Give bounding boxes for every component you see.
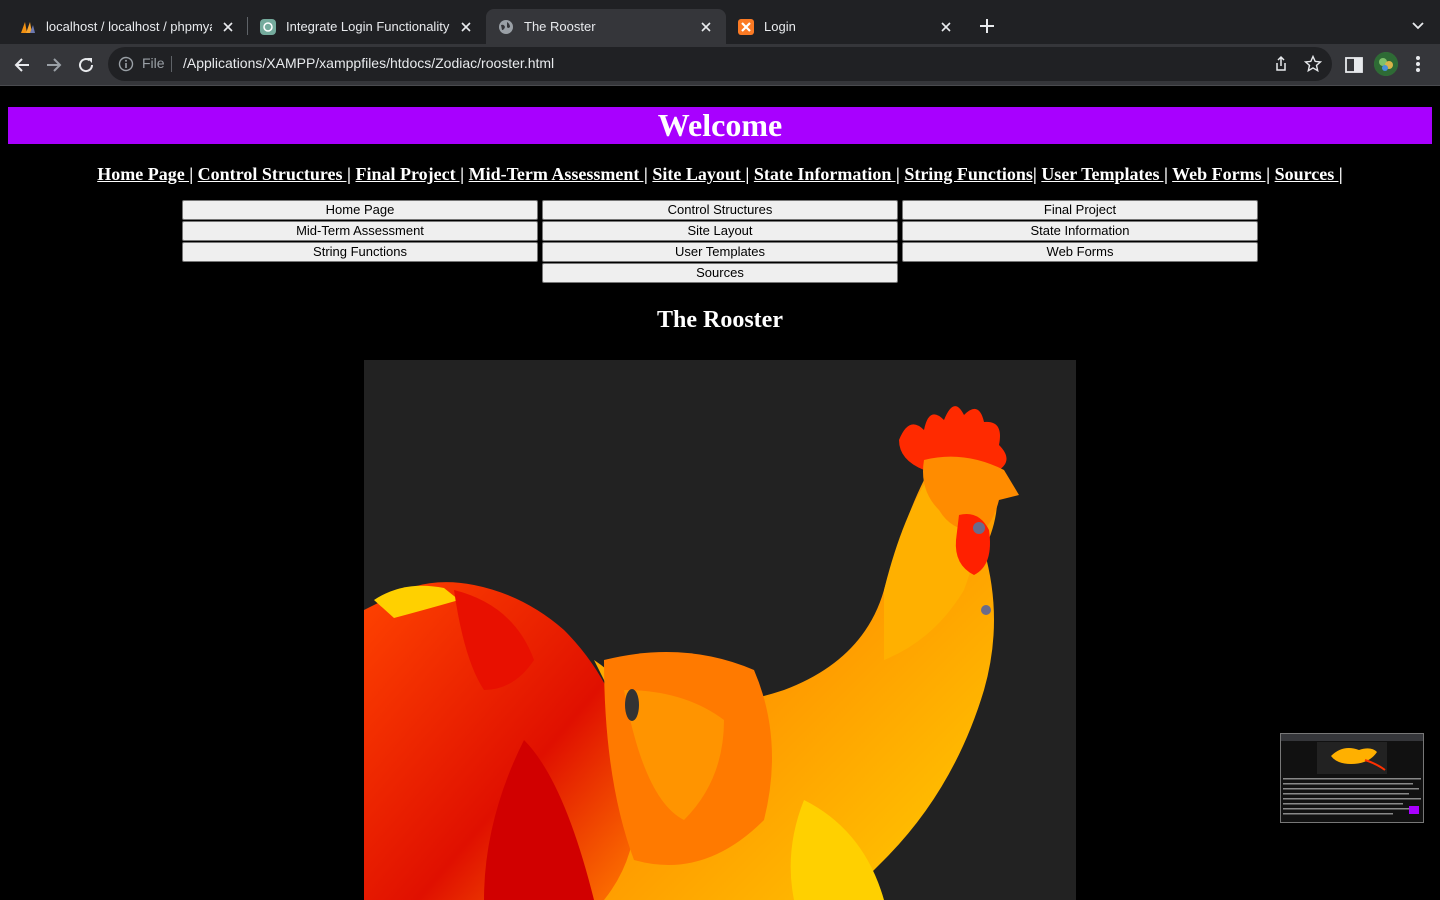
site-layout-button[interactable]: Site Layout [542,221,898,241]
final-project-button[interactable]: Final Project [902,200,1258,220]
page-viewport: Welcome Home Page | Control Structures |… [0,86,1440,900]
control-structures-button[interactable]: Control Structures [542,200,898,220]
profile-avatar[interactable] [1374,52,1398,76]
web-forms-button[interactable]: Web Forms [902,242,1258,262]
nav-link-state-information[interactable]: State Information | [754,164,900,184]
info-icon[interactable] [118,56,134,72]
close-icon[interactable] [938,19,954,35]
omnibox-divider [171,56,172,72]
back-button[interactable] [9,52,35,78]
state-information-button[interactable]: State Information [902,221,1258,241]
reload-icon [79,58,94,73]
scheme-label: File [142,55,165,71]
mid-term-assessment-button[interactable]: Mid-Term Assessment [182,221,538,241]
nav-link-final-project[interactable]: Final Project | [355,164,464,184]
rooster-image [364,360,1076,900]
nav-link-site-layout[interactable]: Site Layout | [652,164,749,184]
nav-links: Home Page | Control Structures | Final P… [0,164,1440,185]
tab-strip: localhost / localhost / phpmyadmin Integ… [0,0,1440,44]
reload-button[interactable] [73,52,99,78]
close-icon[interactable] [220,19,236,35]
tab-title: Login [764,19,796,34]
url-text[interactable]: /Applications/XAMPP/xamppfiles/htdocs/Zo… [183,55,554,71]
tab-phpmyadmin[interactable]: localhost / localhost / phpmyadmin [8,9,248,44]
tab-title: localhost / localhost / phpmyadmin [46,19,212,34]
home-page-button[interactable]: Home Page [182,200,538,220]
nav-link-mid-term-assessment[interactable]: Mid-Term Assessment | [469,164,648,184]
nav-link-control-structures[interactable]: Control Structures | [198,164,351,184]
tab-title: The Rooster [524,19,596,34]
xampp-icon [738,18,754,35]
browser-menu-button[interactable] [1410,54,1426,74]
nav-link-user-templates[interactable]: User Templates | [1041,164,1168,184]
tab-search-button[interactable] [1408,16,1428,36]
nav-link-web-forms[interactable]: Web Forms | [1172,164,1270,184]
bookmark-star-icon[interactable] [1304,55,1322,73]
tab-title: Integrate Login Functionality [286,19,450,34]
user-templates-button[interactable]: User Templates [542,242,898,262]
forward-button[interactable] [41,52,67,78]
new-tab-button[interactable] [977,16,997,36]
close-icon[interactable] [458,19,474,35]
tab-login[interactable]: Login [726,9,966,44]
nav-link-sources[interactable]: Sources | [1275,164,1343,184]
tab-integrate-login[interactable]: Integrate Login Functionality [248,9,486,44]
welcome-banner: Welcome [8,107,1432,144]
sources-button[interactable]: Sources [542,263,898,283]
arrow-right-icon [47,58,62,72]
nav-link-home-page[interactable]: Home Page | [97,164,193,184]
side-panel-icon[interactable] [1344,55,1364,75]
chevron-down-icon [1412,22,1424,30]
chatgpt-icon [260,18,276,35]
plus-icon [980,19,994,33]
string-functions-button[interactable]: String Functions [182,242,538,262]
arrow-left-icon [14,58,29,72]
globe-icon [498,19,514,35]
share-icon[interactable] [1272,55,1290,73]
address-bar[interactable]: File /Applications/XAMPP/xamppfiles/htdo… [108,47,1332,81]
page-title: The Rooster [657,307,783,333]
nav-link-string-functions[interactable]: String Functions| [904,164,1037,184]
close-icon[interactable] [698,19,714,35]
tab-the-rooster[interactable]: The Rooster [486,9,726,44]
screenshot-thumbnail[interactable] [1280,733,1424,823]
phpmyadmin-icon [20,19,36,35]
